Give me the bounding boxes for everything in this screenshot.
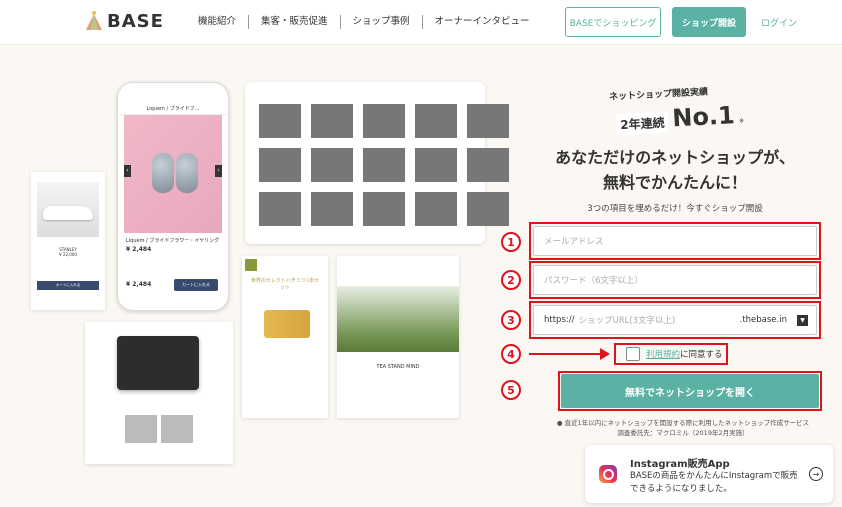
base-shopping-button[interactable]: BASEでショッピング (565, 7, 661, 37)
terms-text: に同意する (680, 350, 723, 360)
honey-shop-mockup: 世界のセレクトハチミツ3本セット (242, 256, 328, 418)
shop-url-input[interactable]: https:// ショップURL(3文字以上) .thebase.in ▼ (533, 305, 817, 335)
hero-headline: あなただけのネットショップが、 無料でかんたんに！ (540, 145, 810, 195)
achievement-label: ネットショップ開設実績 (608, 87, 709, 103)
survey-note-line-1: ● 直近1年以内にネットショップを開設する際に利用したネットショップ作成サービス (556, 419, 810, 427)
wallet-thumbnails (125, 415, 193, 443)
base-logo[interactable]: BASE (84, 10, 164, 32)
phone-status-bar (118, 83, 228, 103)
earring-left (152, 153, 174, 193)
site-header: BASE 機能紹介 集客・販売促進 ショップ事例 オーナーインタビュー BASE… (0, 0, 842, 45)
terms-checkbox[interactable] (626, 347, 640, 361)
instagram-desc: BASEの商品をかんたんにInstagramで販売できるようになりました。 (630, 471, 798, 494)
earring-right (176, 153, 198, 193)
step-2-badge: 2 (501, 270, 521, 290)
arrow-right-icon[interactable]: → (809, 467, 823, 481)
prev-arrow-icon: ‹ (124, 165, 131, 177)
wallet-image (117, 336, 199, 390)
no1-text: No.1 (671, 101, 736, 133)
no1-years: 2年連続 (615, 111, 670, 136)
nav-owner-interview[interactable]: オーナーインタビュー (421, 15, 542, 29)
nav-shop-cases[interactable]: ショップ事例 (339, 15, 422, 29)
phone-product-price-bottom: ¥ 2,484 (126, 281, 152, 288)
instagram-title: Instagram販売App (630, 459, 730, 470)
hero-subtitle: 3つの項目を埋めるだけ！今すぐショップ開設 (587, 204, 763, 214)
instagram-icon (599, 465, 617, 483)
survey-note-line-2: 調査委託先：マクロミル（2019年2月実施） (617, 429, 749, 437)
logo-text: BASE (107, 10, 164, 32)
nav-features[interactable]: 機能紹介 (186, 15, 248, 29)
main-nav: 機能紹介 集客・販売促進 ショップ事例 オーナーインタビュー (186, 15, 542, 29)
url-placeholder: ショップURL(3文字以上) (578, 316, 676, 326)
next-arrow-icon: › (215, 165, 222, 177)
shoe-image (37, 182, 99, 237)
headline-line-1: あなただけのネットショップが、 (555, 148, 795, 167)
tea-label: TEA STAND MIND (376, 364, 420, 370)
terms-link[interactable]: 利用規約 (646, 350, 680, 360)
menu-icon (245, 259, 257, 271)
nav-promotion[interactable]: 集客・販売促進 (248, 15, 340, 29)
shoe-shop-mockup: STANLEY ¥ 22,000 カートに入れる (31, 172, 105, 310)
honey-title: 世界のセレクトハチミツ3本セット (250, 278, 320, 291)
tent-logo-icon (86, 11, 102, 30)
terms-label: 利用規約に同意する (646, 348, 723, 360)
email-input[interactable]: メールアドレス (533, 226, 817, 256)
login-link[interactable]: ログイン (761, 16, 797, 29)
phone-product-title: Liquem / ブライドフラワー・イヤリング (126, 238, 220, 244)
no1-note: ※ (738, 117, 745, 125)
terms-agreement: 利用規約に同意する (614, 343, 728, 365)
open-shop-free-button[interactable]: 無料でネットショップを開く (561, 374, 819, 408)
earring-image: ‹ › (124, 115, 222, 233)
photo-grid (259, 104, 509, 226)
wallet-shop-mockup (85, 322, 233, 464)
open-shop-button[interactable]: ショップ開設 (672, 7, 746, 37)
step-4-badge: 4 (501, 344, 521, 364)
shoe-price: ¥ 22,000 (59, 252, 77, 257)
phone-product-price: ¥ 2,484 (126, 246, 152, 253)
chevron-down-icon[interactable]: ▼ (797, 314, 808, 326)
headline-line-2: 無料でかんたんに！ (602, 173, 747, 192)
shoe-cart-button: カートに入れる (37, 281, 99, 290)
step-5-badge: 5 (501, 380, 521, 400)
no1-badge: 2年連続 No.1 ※ (615, 101, 744, 136)
fashion-grid-mockup (245, 82, 509, 244)
url-prefix: https:// (544, 315, 575, 325)
password-input[interactable]: パスワード（6文字以上） (533, 265, 817, 295)
phone-mockup: Liquem / ブライドフ... ‹ › Liquem / ブライドフラワー・… (117, 82, 229, 311)
tea-shop-mockup: TEA STAND MIND (337, 256, 459, 418)
instagram-app-banner[interactable]: Instagram販売App BASEの商品をかんたんにInstagramで販売… (585, 445, 833, 503)
survey-note: ● 直近1年以内にネットショップを開設する際に利用したネットショップ作成サービス… (538, 418, 828, 438)
phone-header: Liquem / ブライドフ... (118, 103, 228, 115)
step-1-badge: 1 (501, 232, 521, 252)
honey-image (264, 310, 310, 338)
tea-field-image (337, 286, 459, 352)
step-3-badge: 3 (501, 310, 521, 330)
pointer-arrow-line (529, 353, 602, 355)
pointer-arrow-icon (600, 348, 610, 360)
url-suffix: .thebase.in (739, 315, 787, 325)
phone-product-desc (118, 255, 228, 270)
phone-cart-button: カートに入れる (174, 279, 218, 291)
